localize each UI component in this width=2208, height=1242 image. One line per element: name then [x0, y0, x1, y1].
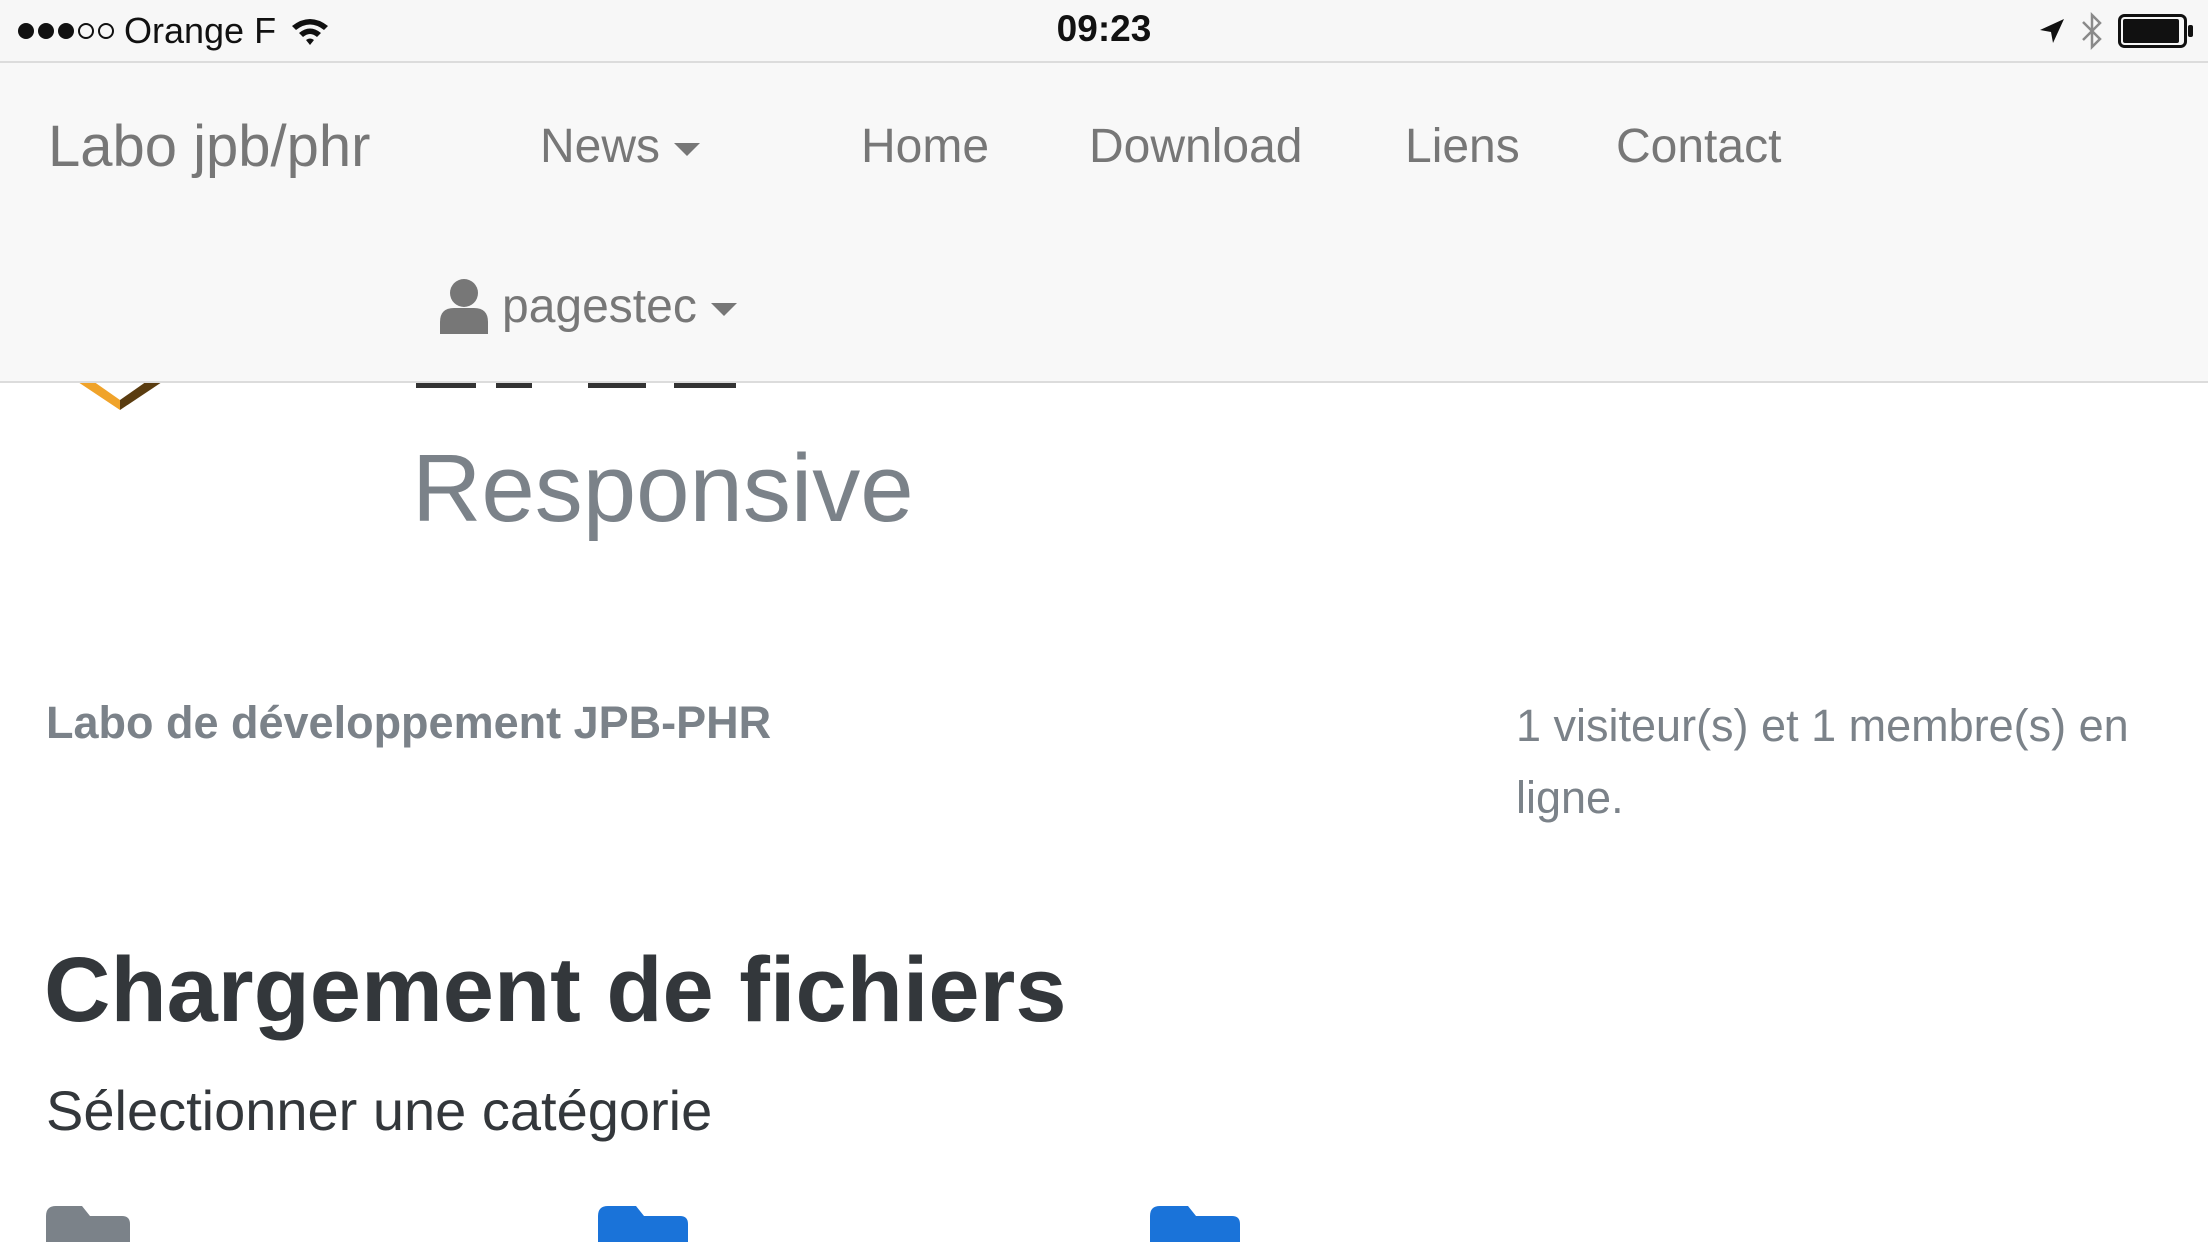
nav-item-download[interactable]: Download: [1089, 119, 1302, 174]
caret-down-icon: [674, 143, 701, 156]
battery-icon: [2118, 14, 2193, 48]
navbar-brand[interactable]: Labo jpb/phr: [48, 113, 370, 180]
location-arrow-icon: [2040, 19, 2064, 43]
hero-subtitle: Responsive: [412, 435, 914, 542]
nav-item-contact[interactable]: Contact: [1616, 119, 1781, 174]
status-bar: Orange F 09:23: [0, 0, 2208, 61]
user-icon: [440, 279, 488, 334]
nav-item-news[interactable]: News: [540, 119, 701, 174]
folder-icon[interactable]: [1150, 1206, 1240, 1242]
status-right: [2024, 10, 2194, 52]
nav-item-user[interactable]: pagestec: [440, 278, 737, 334]
nav-user-label: pagestec: [502, 279, 697, 333]
nav-item-label: Contact: [1616, 120, 1782, 173]
online-users-info: 1 visiteur(s) et 1 membre(s) en ligne.: [1516, 700, 2129, 823]
nav-item-label: News: [540, 120, 661, 173]
folder-icon[interactable]: [46, 1206, 130, 1242]
folder-icon[interactable]: [598, 1206, 688, 1242]
caret-down-icon: [710, 302, 737, 316]
navbar: Labo jpb/phr News Home Download Liens Co…: [0, 61, 2208, 383]
page-subtitle: Sélectionner une catégorie: [46, 1079, 713, 1142]
nav-item-label: Download: [1089, 120, 1303, 173]
screen: Responsive Labo de développement JPB-PHR…: [0, 0, 2208, 1242]
status-time: 09:23: [1056, 8, 1152, 49]
nav-item-home[interactable]: Home: [861, 119, 989, 174]
bluetooth-icon: [2082, 11, 2102, 51]
site-description: Labo de développement JPB-PHR: [46, 697, 772, 748]
nav-item-label: Home: [861, 120, 990, 173]
nav-item-label: Liens: [1405, 120, 1520, 173]
page-title: Chargement de fichiers: [44, 939, 1067, 1041]
nav-item-liens[interactable]: Liens: [1405, 119, 1520, 174]
